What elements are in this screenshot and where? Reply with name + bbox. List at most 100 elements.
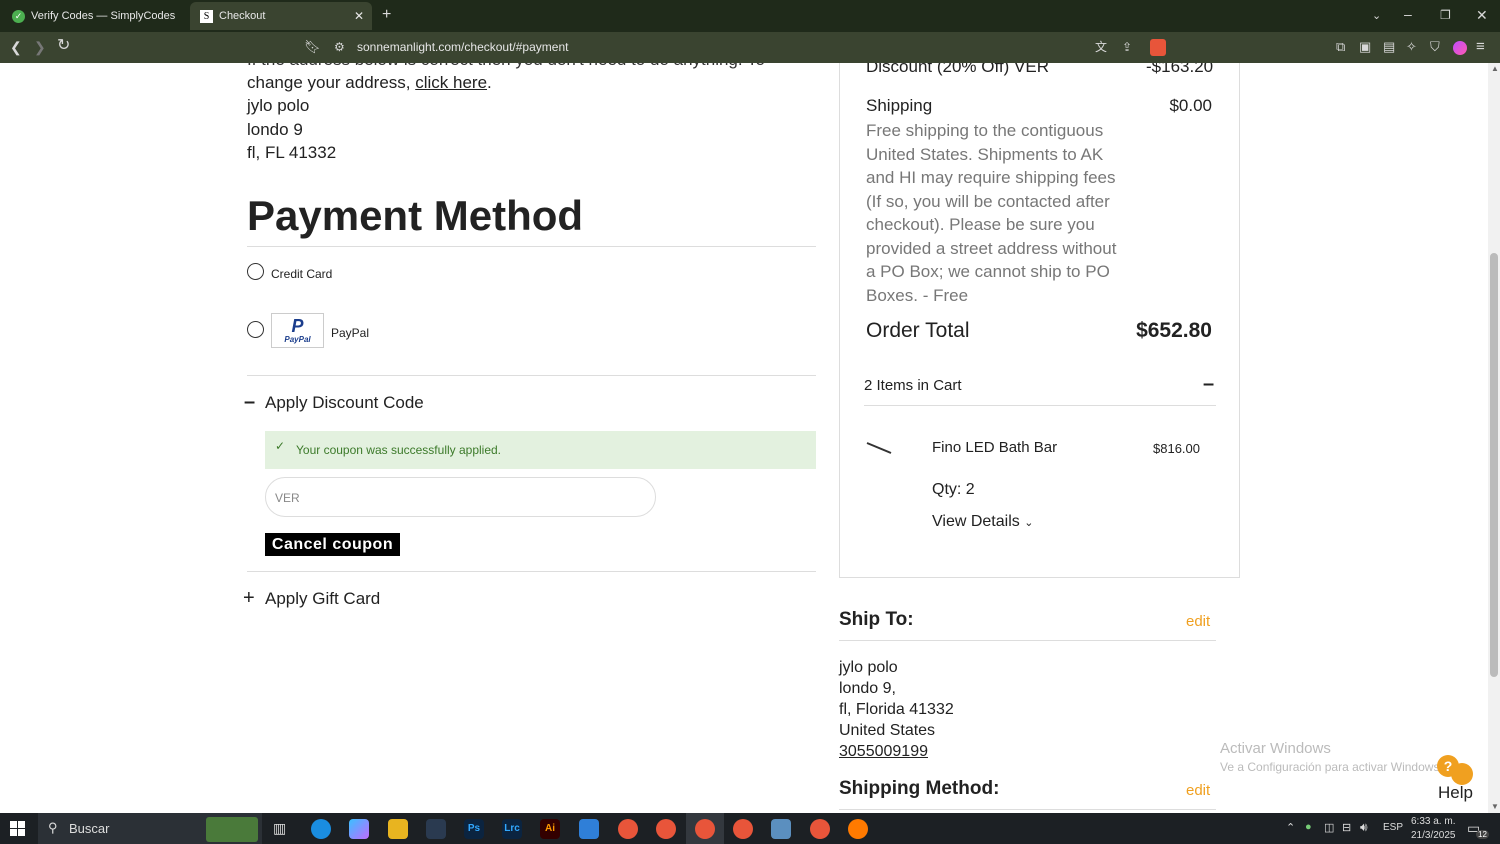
payment-method-heading: Payment Method [247,192,584,239]
shipping-note: Free shipping to the contiguous United S… [866,121,1117,305]
leo-ai-icon[interactable]: ✧ [1406,40,1417,54]
tab-checkout[interactable]: S Checkout ✕ [190,2,372,30]
period: . [487,73,492,92]
chevron-down-icon: ⌄ [1024,517,1034,529]
url-field[interactable]: sonnemanlight.com/checkout/#payment [357,40,568,54]
back-icon[interactable]: ❮ [10,40,22,54]
close-tab-icon[interactable]: ✕ [354,9,364,23]
shipping-value: $0.00 [1169,96,1212,115]
scrollbar-thumb[interactable] [1490,253,1498,677]
clock-time[interactable]: 6:33 a. m. [1411,816,1455,827]
discount-code-input[interactable]: VER [265,477,656,517]
tab-list-icon[interactable]: ⌄ [1372,9,1381,23]
search-placeholder: Buscar [69,821,110,836]
tab-simplycodes[interactable]: ✓ Verify Codes — SimplyCodes [2,2,187,30]
translate-icon[interactable]: 文 [1095,40,1107,54]
clock-date[interactable]: 21/3/2025 [1411,830,1456,841]
tray-chevron-icon[interactable]: ⌃ [1286,821,1295,834]
tray-app-icon[interactable]: ● [1305,821,1312,833]
click-here-link[interactable]: click here [415,73,487,92]
network-icon[interactable]: ⊟ [1342,821,1351,834]
ship-to-address: jylo polo londo 9, fl, Florida 41332 Uni… [839,657,954,762]
file-explorer-icon[interactable] [388,819,408,839]
paypal-radio[interactable] [247,321,264,338]
divider [247,246,816,247]
credit-card-label[interactable]: Credit Card [271,267,332,281]
davinci-icon[interactable] [426,819,446,839]
taskbar-search[interactable]: ⚲ Buscar [38,813,262,844]
divider [839,640,1216,641]
address-intro-text: If the address below is correct then you… [247,63,765,71]
ship-to-phone-link[interactable]: 3055009199 [839,741,954,762]
brave-icon[interactable] [695,819,715,839]
extensions-icon[interactable]: ⧉ [1336,40,1345,54]
brave-icon[interactable] [618,819,638,839]
collapse-cart-icon[interactable]: – [1203,373,1214,396]
address-line: jylo polo [247,96,310,115]
windows-start-icon[interactable] [10,821,26,837]
maximize-icon[interactable]: ❐ [1440,8,1451,22]
minimize-icon[interactable]: – [1404,7,1412,21]
collapse-discount-icon[interactable]: – [244,391,255,414]
lightroom-icon[interactable]: Lrc [502,819,522,839]
sonneman-icon: S [200,9,213,23]
task-view-icon[interactable]: ▥ [273,820,286,837]
firefox-icon[interactable] [848,819,868,839]
scroll-down-icon[interactable]: ▼ [1491,802,1499,811]
brave-icon[interactable] [656,819,676,839]
apply-gift-card-heading[interactable]: Apply Gift Card [265,589,380,609]
help-label[interactable]: Help [1438,783,1473,803]
item-qty: Qty: 2 [932,481,975,498]
paypal-label[interactable]: PayPal [331,326,369,340]
bookmark-icon[interactable]: 🔖︎ [304,40,321,54]
edge-icon[interactable] [311,819,331,839]
volume-icon[interactable]: 🔊︎ [1360,820,1368,835]
page-scrollbar[interactable]: ▲ ▼ [1488,63,1500,813]
item-name[interactable]: Fino LED Bath Bar [932,439,1057,456]
store-icon[interactable] [579,819,599,839]
order-total-value: $652.80 [1136,319,1212,342]
search-icon: ⚲ [48,820,58,835]
brave-icon[interactable] [810,819,830,839]
share-icon[interactable]: ⇪ [1122,40,1132,54]
photoshop-icon[interactable]: Ps [464,819,484,839]
new-tab-icon[interactable]: + [382,7,391,23]
profile-icon[interactable] [1453,41,1467,55]
tray-app-icon[interactable]: ◫ [1324,821,1334,834]
discount-value: -$163.20 [1146,63,1214,76]
cancel-coupon-button[interactable]: Cancel coupon [265,533,400,556]
windows-taskbar: ⚲ Buscar ▥ Ps Lrc Ai ⌃ ● ◫ ⊟ 🔊︎ ESP 6:33… [0,813,1500,844]
copilot-icon[interactable] [349,819,369,839]
scroll-up-icon[interactable]: ▲ [1491,64,1499,73]
activate-windows-subtitle: Ve a Configuración para activar Windows. [1220,760,1443,774]
ship-to-edit-link[interactable]: edit [1186,613,1210,630]
checkout-page: If the address below is correct then you… [0,63,1488,813]
items-in-cart[interactable]: 2 Items in Cart [864,377,962,394]
brave-shield-icon[interactable] [1150,39,1166,56]
brave-icon[interactable] [733,819,753,839]
shipping-method-heading: Shipping Method: [839,778,1000,799]
forward-icon[interactable]: ❯ [34,40,46,54]
expand-gift-card-icon[interactable]: + [243,587,255,610]
apply-discount-heading[interactable]: Apply Discount Code [265,393,424,413]
window-close-icon[interactable]: ✕ [1476,8,1488,22]
product-thumbnail[interactable] [866,441,892,455]
help-chat-icon[interactable]: ? [1435,753,1475,785]
simplycodes-icon: ✓ [12,9,25,23]
menu-icon[interactable]: ≡ [1476,39,1485,54]
view-details-toggle[interactable]: View Details ⌄ [932,513,1033,531]
credit-card-radio[interactable] [247,263,264,280]
ship-to-line: jylo polo [839,659,898,676]
activate-windows-title: Activar Windows [1220,740,1331,757]
app-icon[interactable] [771,819,791,839]
wallet-icon[interactable]: ▤ [1383,40,1395,54]
language-indicator[interactable]: ESP [1383,822,1403,833]
shipping-method-edit-link[interactable]: edit [1186,782,1210,799]
reload-icon[interactable]: ↻ [57,38,70,54]
change-address-text: change your address, [247,73,416,92]
vpn-icon[interactable]: ⛉ [1430,40,1440,54]
site-info-icon[interactable]: ⚙ [334,40,345,54]
divider [839,809,1216,810]
illustrator-icon[interactable]: Ai [540,819,560,839]
sidebar-icon[interactable]: ▣ [1359,40,1371,54]
